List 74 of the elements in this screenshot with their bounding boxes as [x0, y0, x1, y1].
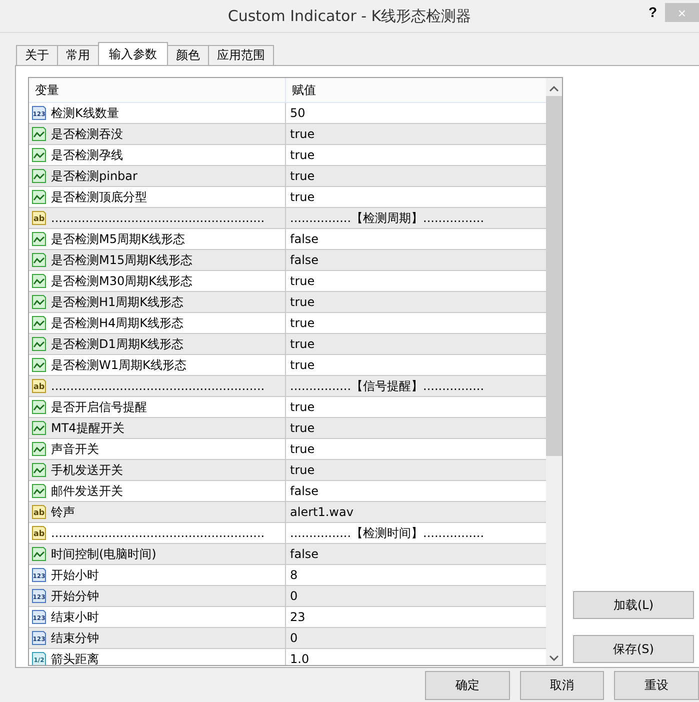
table-cell: 结束小时	[51, 608, 99, 626]
table-cell: 时间控制(电脑时间)	[51, 546, 156, 562]
table-cell: ........................................................	[51, 379, 265, 393]
table-cell: 声音开关	[51, 440, 99, 458]
button[interactable]: 重设	[614, 671, 699, 700]
table-cell-text: 23	[289, 609, 306, 626]
tab[interactable]: 输入参数	[98, 42, 168, 65]
column-header[interactable]: 赋值	[286, 78, 546, 102]
tab[interactable]: 关于	[16, 45, 58, 65]
table-cell-text: true	[289, 126, 316, 143]
table-cell: 是否检测W1周期K线形态	[51, 356, 186, 374]
table-cell-text: true	[289, 462, 316, 479]
table-cell-text: true	[289, 315, 316, 332]
table-cell: 是否检测D1周期K线形态	[51, 336, 184, 352]
table-cell-text: true	[289, 441, 316, 458]
table-cell: 邮件发送开关	[51, 482, 123, 500]
table-cell-text: true	[289, 294, 316, 311]
table-cell-text: true	[289, 273, 316, 290]
table-cell-text: true	[289, 399, 316, 416]
text-type-icon: ab	[31, 378, 47, 394]
button[interactable]: 保存(S)	[573, 635, 694, 663]
table-cell: 检测K线数量	[51, 104, 119, 122]
table-cell-text: false	[289, 483, 320, 500]
table-cell-text: ................【检测时间】................	[289, 524, 486, 542]
table-cell-text: ................【信号提醒】................	[289, 378, 486, 394]
table-cell-text: true	[289, 147, 316, 164]
text-type-icon: ab	[31, 210, 47, 226]
table-cell: 开始分钟	[51, 588, 99, 604]
table-cell: 开始小时	[51, 566, 99, 584]
table-cell: 是否检测顶底分型	[51, 188, 147, 206]
table-cell-text: 0	[289, 588, 299, 605]
column-header[interactable]: 变量	[29, 78, 286, 102]
table-cell-text: 50	[289, 105, 306, 122]
button[interactable]: 加载(L)	[573, 591, 694, 619]
tab[interactable]: 应用范围	[208, 45, 274, 65]
table-cell: 是否检测M30周期K线形态	[51, 272, 192, 290]
table-cell-text: 8	[289, 567, 299, 584]
table-cell-text: true	[289, 357, 316, 374]
table-cell: 是否检测孕线	[51, 146, 123, 164]
scroll-up-icon[interactable]	[549, 86, 559, 92]
table-cell-text: ................【检测周期】................	[289, 210, 486, 226]
help-button[interactable]: ?	[648, 4, 657, 20]
table-cell: 是否检测M15周期K线形态	[51, 252, 192, 268]
table-cell-text: true	[289, 336, 316, 353]
table-cell: 手机发送开关	[51, 462, 123, 478]
button[interactable]: 取消	[520, 671, 604, 700]
text-type-icon: ab	[31, 525, 47, 541]
table-cell: 结束分钟	[51, 630, 99, 646]
table-cell: MT4提醒开关	[51, 420, 124, 436]
table-cell-text: 0	[289, 630, 299, 647]
table-cell: ........................................................	[51, 526, 265, 540]
table-cell-text: false	[289, 252, 320, 269]
scroll-down-icon[interactable]	[549, 655, 559, 661]
table-cell-text: true	[289, 189, 316, 206]
table-cell: 是否开启信号提醒	[51, 398, 147, 416]
table-cell-text: false	[289, 231, 320, 248]
table-cell-text: true	[289, 420, 316, 437]
window-title: Custom Indicator - K线形态检测器	[228, 6, 472, 26]
scrollbar[interactable]	[546, 78, 562, 665]
table-cell-text: alert1.wav	[289, 504, 354, 521]
scroll-thumb[interactable]	[546, 96, 562, 456]
table-cell-text: 1.0	[289, 651, 310, 665]
table-cell: 是否检测pinbar	[51, 168, 138, 184]
table-cell: 是否检测H1周期K线形态	[51, 294, 184, 310]
table-cell: 是否检测M5周期K线形态	[51, 230, 185, 248]
table-cell-text: true	[289, 168, 316, 185]
table-cell: ........................................................	[51, 211, 265, 225]
table-cell: 铃声	[51, 504, 75, 520]
table-cell: 箭头距离	[51, 650, 99, 665]
text-type-icon: ab	[31, 504, 47, 520]
table-cell-text: false	[289, 546, 320, 563]
table-cell: 是否检测H4周期K线形态	[51, 314, 184, 332]
button[interactable]: 确定	[425, 671, 510, 700]
table-cell: 是否检测吞没	[51, 126, 123, 142]
